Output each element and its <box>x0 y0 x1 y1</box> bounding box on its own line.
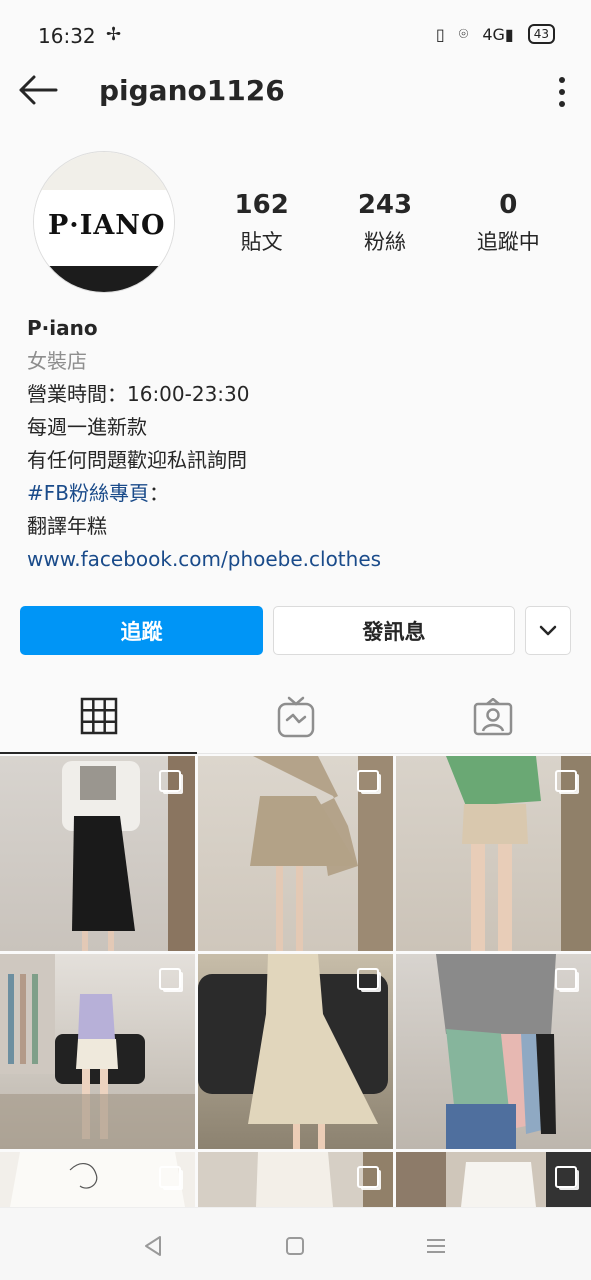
profile-header: pigano1126 <box>0 52 591 132</box>
profile-avatar[interactable]: P·IANO <box>33 151 175 293</box>
stat-label: 追蹤中 <box>476 230 540 254</box>
signal-icon: 4G▮ <box>482 24 514 44</box>
igtv-icon <box>277 696 314 738</box>
system-navigation-bar <box>0 1207 591 1280</box>
status-time: 16:32 <box>38 24 96 48</box>
back-button[interactable] <box>16 72 64 112</box>
stat-label: 粉絲 <box>363 230 406 254</box>
stat-posts[interactable]: 162 貼文 <box>200 190 323 256</box>
post-thumbnail[interactable] <box>396 954 591 1149</box>
multiple-photos-icon <box>357 1166 379 1188</box>
post-thumbnail[interactable] <box>396 756 591 951</box>
stat-value: 0 <box>499 190 518 220</box>
bio-website-link[interactable]: www.facebook.com/phoebe.clothes <box>27 543 567 576</box>
multiple-photos-icon <box>357 770 379 792</box>
profile-stats: 162 貼文 243 粉絲 0 追蹤中 <box>200 190 570 256</box>
stat-value: 243 <box>357 190 413 220</box>
post-thumbnail[interactable] <box>198 756 393 951</box>
status-icons: ▯ ⌾ 4G▮ 43 <box>436 24 555 44</box>
bio-line: 每週一進新款 <box>27 415 147 439</box>
tab-posts-grid[interactable] <box>0 680 197 754</box>
tab-igtv[interactable] <box>197 680 394 754</box>
multiple-photos-icon <box>555 968 577 990</box>
post-thumbnail[interactable] <box>198 1152 393 1207</box>
post-thumbnail[interactable] <box>198 954 393 1149</box>
profile-category: 女裝店 <box>27 349 87 373</box>
status-bar: 16:32 ✢ ▯ ⌾ 4G▮ 43 <box>0 0 591 52</box>
nav-home-button[interactable] <box>275 1226 315 1266</box>
multiple-photos-icon <box>555 770 577 792</box>
back-arrow-icon <box>19 75 58 105</box>
chevron-down-icon <box>539 625 557 635</box>
grid-icon <box>80 697 117 735</box>
more-dot-icon <box>559 89 565 95</box>
nav-menu-button[interactable] <box>416 1226 456 1266</box>
post-thumbnail[interactable] <box>396 1152 591 1207</box>
stat-following[interactable]: 0 追蹤中 <box>447 190 570 256</box>
profile-username: pigano1126 <box>99 74 285 107</box>
bio-hashtag[interactable]: #FB粉絲專頁 <box>27 481 149 505</box>
more-options-button[interactable] <box>547 74 577 110</box>
nav-back-button[interactable] <box>133 1226 173 1266</box>
profile-bio: P·iano 女裝店 營業時間：16:00-23:30 每週一進新款 有任何問題… <box>27 312 567 576</box>
menu-lines-icon <box>427 1239 445 1253</box>
follow-button[interactable]: 追蹤 <box>20 606 263 655</box>
stat-label: 貼文 <box>240 230 283 254</box>
post-thumbnail[interactable] <box>0 1152 195 1207</box>
multiple-photos-icon <box>555 1166 577 1188</box>
bio-line: 有任何問題歡迎私訊詢問 <box>27 448 247 472</box>
tab-tagged[interactable] <box>394 680 591 754</box>
battery-icon: 43 <box>527 24 555 44</box>
bio-line: 營業時間：16:00-23:30 <box>27 382 250 406</box>
more-dot-icon <box>559 77 565 83</box>
location-icon: ⌾ <box>458 24 469 43</box>
more-dot-icon <box>559 101 565 107</box>
vibrate-icon: ▯ <box>435 24 445 44</box>
bio-hashtag-line: #FB粉絲專頁： <box>27 481 169 505</box>
post-thumbnail[interactable] <box>0 756 195 951</box>
pinwheel-icon: ✢ <box>106 24 122 45</box>
stat-value: 162 <box>234 190 289 220</box>
bio-line: 翻譯年糕 <box>27 514 107 538</box>
post-thumbnail[interactable] <box>0 954 195 1149</box>
message-button[interactable]: 發訊息 <box>273 606 515 655</box>
triangle-back-icon <box>145 1236 161 1256</box>
suggested-accounts-button[interactable] <box>525 606 571 655</box>
profile-display-name: P·iano <box>27 316 98 340</box>
profile-tabs <box>0 680 591 754</box>
multiple-photos-icon <box>159 770 181 792</box>
multiple-photos-icon <box>159 968 181 990</box>
multiple-photos-icon <box>357 968 379 990</box>
stat-followers[interactable]: 243 粉絲 <box>323 190 446 256</box>
avatar-logo-text: P·IANO <box>48 210 166 241</box>
tagged-icon <box>473 698 512 736</box>
multiple-photos-icon <box>159 1166 181 1188</box>
square-home-icon <box>286 1237 304 1255</box>
